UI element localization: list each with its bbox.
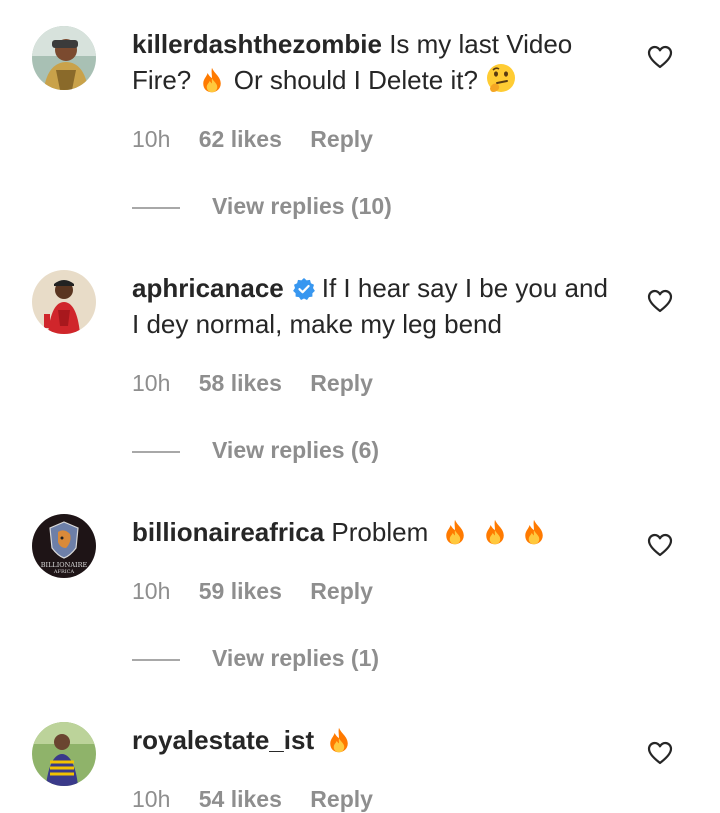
avatar-logo-text: BILLIONAIRE [41, 561, 88, 569]
avatar[interactable] [32, 270, 96, 334]
view-replies-button[interactable]: View replies (1) [132, 645, 379, 672]
avatar[interactable] [32, 26, 96, 90]
comment-text: royalestate_ist [132, 722, 612, 758]
like-heart-icon[interactable] [646, 287, 674, 315]
like-heart-icon[interactable] [646, 739, 674, 767]
username[interactable]: killerdashthezombie [132, 29, 382, 59]
timestamp: 10h [132, 370, 171, 396]
likes-count[interactable]: 58 likes [199, 370, 282, 396]
reply-button[interactable]: Reply [310, 578, 373, 604]
username[interactable]: royalestate_ist [132, 725, 314, 755]
view-replies-button[interactable]: View replies (10) [132, 193, 392, 220]
fire-emoji [198, 66, 226, 94]
like-heart-icon[interactable] [646, 531, 674, 559]
timestamp: 10h [132, 126, 171, 152]
reply-button[interactable]: Reply [310, 370, 373, 396]
reply-button[interactable]: Reply [310, 786, 373, 812]
comment-meta: 10h 59 likes Reply [132, 578, 373, 605]
view-replies-label: View replies (1) [212, 645, 380, 671]
comment-meta: 10h 62 likes Reply [132, 126, 373, 153]
username[interactable]: aphricanace [132, 273, 284, 303]
divider-line [132, 658, 180, 661]
fire-emoji [325, 726, 353, 754]
comment-text: aphricanace If I hear say I be you and I… [132, 270, 612, 342]
thinking-emoji [487, 64, 516, 92]
likes-count[interactable]: 54 likes [199, 786, 282, 812]
divider-line [132, 450, 180, 453]
avatar[interactable] [32, 722, 96, 786]
username[interactable]: billionaireafrica [132, 517, 324, 547]
fire-emoji [441, 518, 469, 546]
comment-body-part2: Or should I Delete it? [233, 65, 478, 95]
view-replies-button[interactable]: View replies (6) [132, 437, 379, 464]
like-heart-icon[interactable] [646, 43, 674, 71]
fire-emoji [481, 518, 509, 546]
avatar-logo-subtext: AFRICA [53, 569, 75, 575]
reply-button[interactable]: Reply [310, 126, 373, 152]
timestamp: 10h [132, 786, 171, 812]
likes-count[interactable]: 59 likes [199, 578, 282, 604]
fire-emoji [520, 518, 548, 546]
comment-text: billionaireafrica Problem [132, 514, 612, 550]
view-replies-label: View replies (6) [212, 437, 380, 463]
view-replies-label: View replies (10) [212, 193, 392, 219]
avatar[interactable]: BILLIONAIRE AFRICA [32, 514, 96, 578]
comment-meta: 10h 58 likes Reply [132, 370, 373, 397]
likes-count[interactable]: 62 likes [199, 126, 282, 152]
divider-line [132, 206, 180, 209]
comment-body: Problem [331, 517, 429, 547]
verified-badge-icon [292, 278, 315, 300]
comment-text: killerdashthezombie Is my last Video Fir… [132, 26, 612, 98]
timestamp: 10h [132, 578, 171, 604]
